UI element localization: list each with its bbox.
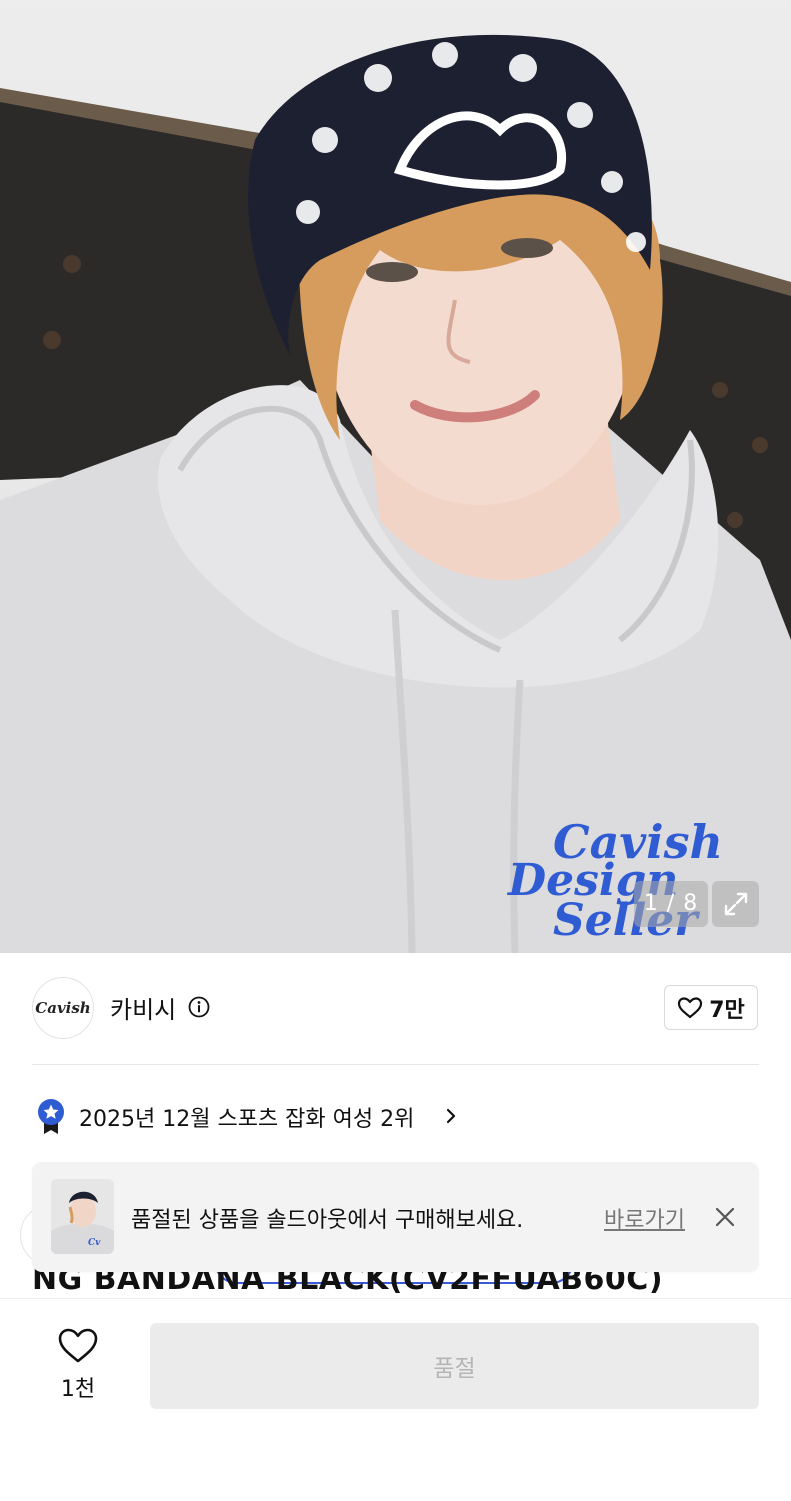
toast-thumbnail: Cv [51, 1179, 114, 1254]
heart-icon [58, 1328, 98, 1363]
brand-logo[interactable]: Cavish [32, 977, 94, 1039]
product-photo: Cavish Design Seller [0, 34, 791, 953]
chevron-right-icon [446, 1108, 456, 1124]
heart-icon [678, 996, 703, 1018]
wishlist-count: 1천 [60, 1377, 96, 1402]
wishlist-button[interactable]: 1천 [42, 1325, 114, 1405]
image-counter: 1 / 8 [634, 881, 708, 927]
medal-star-icon [38, 1099, 64, 1134]
close-icon[interactable] [714, 1206, 736, 1228]
toast-go-link[interactable]: 바로가기 [604, 1202, 685, 1234]
soldout-toast: Cv 품절된 상품을 솔드아웃에서 구매해보세요. 바로가기 [32, 1162, 759, 1272]
soldout-button: 품절 [150, 1323, 759, 1409]
brand-logo-text: Cavish [35, 999, 91, 1017]
brand-like-count: 7만 [709, 997, 745, 1023]
thumbnail-image: Cv [51, 1179, 114, 1254]
expand-icon [724, 892, 747, 916]
toast-message: 품절된 상품을 솔드아웃에서 구매해보세요. [131, 1208, 524, 1233]
ranking-link[interactable]: 2025년 12월 스포츠 잡화 여성 2위 [79, 1101, 414, 1133]
brand-like-button[interactable]: 7만 [664, 985, 758, 1030]
product-image[interactable]: Cavish Design Seller 1 / 8 [0, 0, 791, 953]
brand-name[interactable]: 카비시 [110, 990, 176, 1025]
divider [32, 1064, 759, 1065]
info-icon[interactable] [188, 996, 210, 1018]
svg-text:Cv: Cv [88, 1238, 101, 1248]
expand-button[interactable] [712, 881, 759, 927]
